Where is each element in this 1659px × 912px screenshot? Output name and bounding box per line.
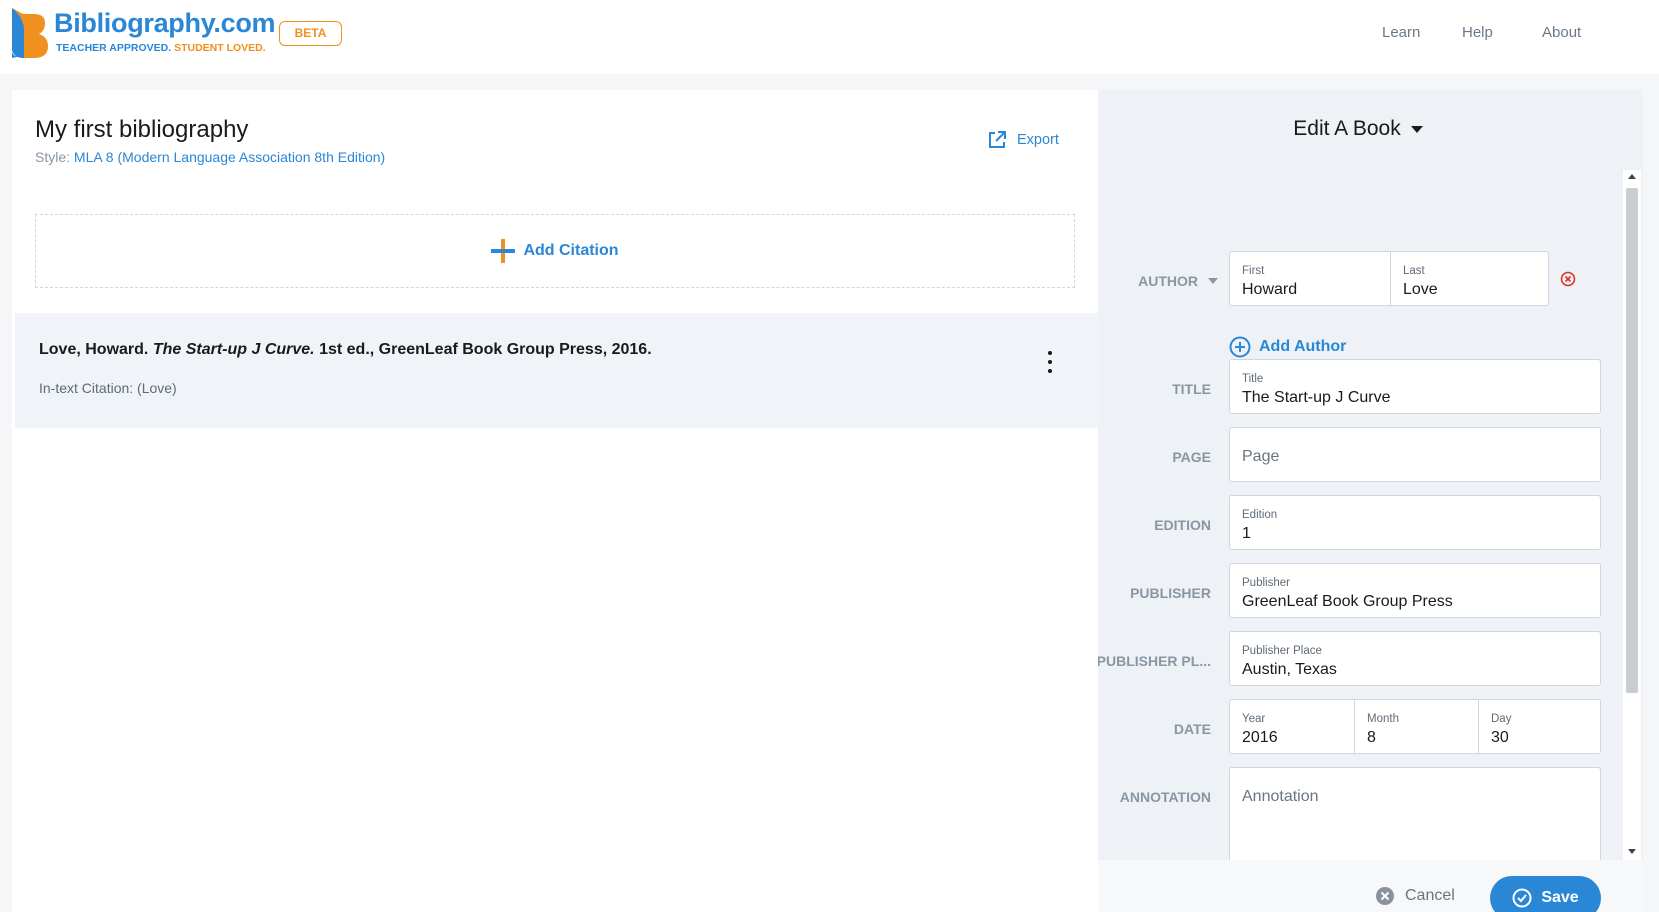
title-mini-label: Title xyxy=(1242,373,1264,385)
edition-label: EDITION xyxy=(1154,517,1211,533)
add-citation-label: Add Citation xyxy=(523,242,619,259)
month-label: Month xyxy=(1367,713,1399,725)
publisher-place-label: PUBLISHER PL... xyxy=(1098,653,1211,669)
bibliography-title[interactable]: My first bibliography xyxy=(35,116,248,144)
publisher-place-value: Austin, Texas xyxy=(1242,661,1337,678)
more-options-icon[interactable] xyxy=(1044,351,1056,373)
tagline-part-2: STUDENT LOVED. xyxy=(174,42,266,54)
publisher-label: PUBLISHER xyxy=(1130,585,1211,601)
edition-mini-label: Edition xyxy=(1242,509,1278,521)
nav-help-link[interactable]: Help xyxy=(1462,24,1493,41)
plus-icon xyxy=(491,239,516,263)
last-name-label: Last xyxy=(1403,265,1425,277)
style-label: Style: xyxy=(35,149,71,165)
citation-book-title: The Start-up J Curve. xyxy=(152,341,315,358)
logo-tagline: TEACHER APPROVED. STUDENT LOVED. xyxy=(56,42,266,54)
save-button[interactable]: Save xyxy=(1490,876,1601,912)
title-value: The Start-up J Curve xyxy=(1242,389,1391,406)
form-scrollbar[interactable] xyxy=(1623,170,1641,860)
plus-circle-icon xyxy=(1229,336,1251,358)
publisher-value: GreenLeaf Book Group Press xyxy=(1242,593,1453,610)
tagline-part-1: TEACHER APPROVED. xyxy=(56,42,172,54)
add-author-label: Add Author xyxy=(1259,338,1347,355)
top-header: Bibliography.com TEACHER APPROVED. STUDE… xyxy=(0,0,1659,74)
date-month-field[interactable]: Month 8 xyxy=(1354,700,1478,753)
export-label: Export xyxy=(1017,132,1059,148)
cancel-button[interactable]: Cancel xyxy=(1375,886,1455,906)
author-role-dropdown[interactable]: AUTHOR xyxy=(1138,273,1218,289)
external-link-icon xyxy=(989,131,1006,148)
day-value: 30 xyxy=(1491,729,1509,746)
add-citation-button[interactable]: Add Citation xyxy=(491,239,619,263)
title-field[interactable]: Title The Start-up J Curve xyxy=(1229,359,1601,414)
cancel-label: Cancel xyxy=(1405,887,1455,904)
citation-text: Love, Howard. The Start-up J Curve. 1st … xyxy=(39,341,652,359)
edit-panel: Edit A Book AUTHOR First Howard Last Lov… xyxy=(1098,90,1643,912)
author-last-field[interactable]: Last Love xyxy=(1390,252,1549,305)
edition-field[interactable]: Edition 1 xyxy=(1229,495,1601,550)
page-label: PAGE xyxy=(1172,449,1211,465)
nav-about-link[interactable]: About xyxy=(1542,24,1581,41)
page-placeholder: Page xyxy=(1242,448,1280,465)
citation-item[interactable]: Love, Howard. The Start-up J Curve. 1st … xyxy=(15,313,1098,428)
page-field[interactable]: Page xyxy=(1229,427,1601,482)
citation-style: Style: MLA 8 (Modern Language Associatio… xyxy=(35,149,385,165)
last-name-value: Love xyxy=(1403,281,1438,298)
edit-form: AUTHOR First Howard Last Love Add Author xyxy=(1098,170,1628,860)
scroll-thumb[interactable] xyxy=(1626,188,1638,693)
chevron-down-icon xyxy=(1208,278,1218,284)
nav-learn-link[interactable]: Learn xyxy=(1382,24,1420,41)
in-text-citation: In-text Citation: (Love) xyxy=(39,380,177,396)
date-day-field[interactable]: Day 30 xyxy=(1478,700,1600,753)
scroll-up-icon[interactable] xyxy=(1628,174,1636,179)
year-label: Year xyxy=(1242,713,1266,725)
annotation-placeholder: Annotation xyxy=(1242,788,1319,805)
add-citation-area[interactable]: Add Citation xyxy=(35,214,1075,288)
save-label: Save xyxy=(1541,889,1579,906)
source-type-dropdown[interactable]: Edit A Book xyxy=(1098,117,1618,141)
export-button[interactable]: Export xyxy=(987,130,1059,150)
citation-suffix: 1st ed., GreenLeaf Book Group Press, 201… xyxy=(319,341,652,358)
beta-badge: BETA xyxy=(279,21,342,46)
style-link[interactable]: MLA 8 (Modern Language Association 8th E… xyxy=(74,149,385,165)
remove-author-icon[interactable] xyxy=(1560,271,1576,287)
logo-title[interactable]: Bibliography.com xyxy=(54,8,276,39)
author-field-group: First Howard Last Love xyxy=(1229,251,1549,306)
day-label: Day xyxy=(1491,713,1512,725)
scroll-down-icon[interactable] xyxy=(1628,849,1636,854)
month-value: 8 xyxy=(1367,729,1376,746)
date-label: DATE xyxy=(1173,721,1211,737)
publisher-place-field[interactable]: Publisher Place Austin, Texas xyxy=(1229,631,1601,686)
edit-footer: Cancel Save xyxy=(1098,860,1643,912)
annotation-field[interactable]: Annotation xyxy=(1229,767,1601,860)
check-circle-icon xyxy=(1512,888,1532,908)
edition-value: 1 xyxy=(1242,525,1251,542)
author-first-field[interactable]: First Howard xyxy=(1230,252,1390,305)
logo-icon[interactable] xyxy=(10,6,50,60)
first-name-value: Howard xyxy=(1242,281,1298,298)
year-value: 2016 xyxy=(1242,729,1278,746)
publisher-field[interactable]: Publisher GreenLeaf Book Group Press xyxy=(1229,563,1601,618)
author-label: AUTHOR xyxy=(1138,273,1198,289)
date-year-field[interactable]: Year 2016 xyxy=(1230,700,1354,753)
close-circle-icon xyxy=(1376,887,1394,905)
publisher-mini-label: Publisher xyxy=(1242,577,1290,589)
bibliography-panel: My first bibliography Style: MLA 8 (Mode… xyxy=(12,90,1098,912)
add-author-button[interactable]: Add Author xyxy=(1229,336,1346,358)
title-label: TITLE xyxy=(1172,381,1211,397)
publisher-place-mini-label: Publisher Place xyxy=(1242,645,1322,657)
caret-down-icon xyxy=(1410,125,1423,133)
citation-prefix: Love, Howard. xyxy=(39,341,149,358)
edit-heading: Edit A Book xyxy=(1293,117,1401,140)
date-field-group: Year 2016 Month 8 Day 30 xyxy=(1229,699,1601,754)
annotation-label: ANNOTATION xyxy=(1119,789,1211,805)
first-name-label: First xyxy=(1242,265,1265,277)
